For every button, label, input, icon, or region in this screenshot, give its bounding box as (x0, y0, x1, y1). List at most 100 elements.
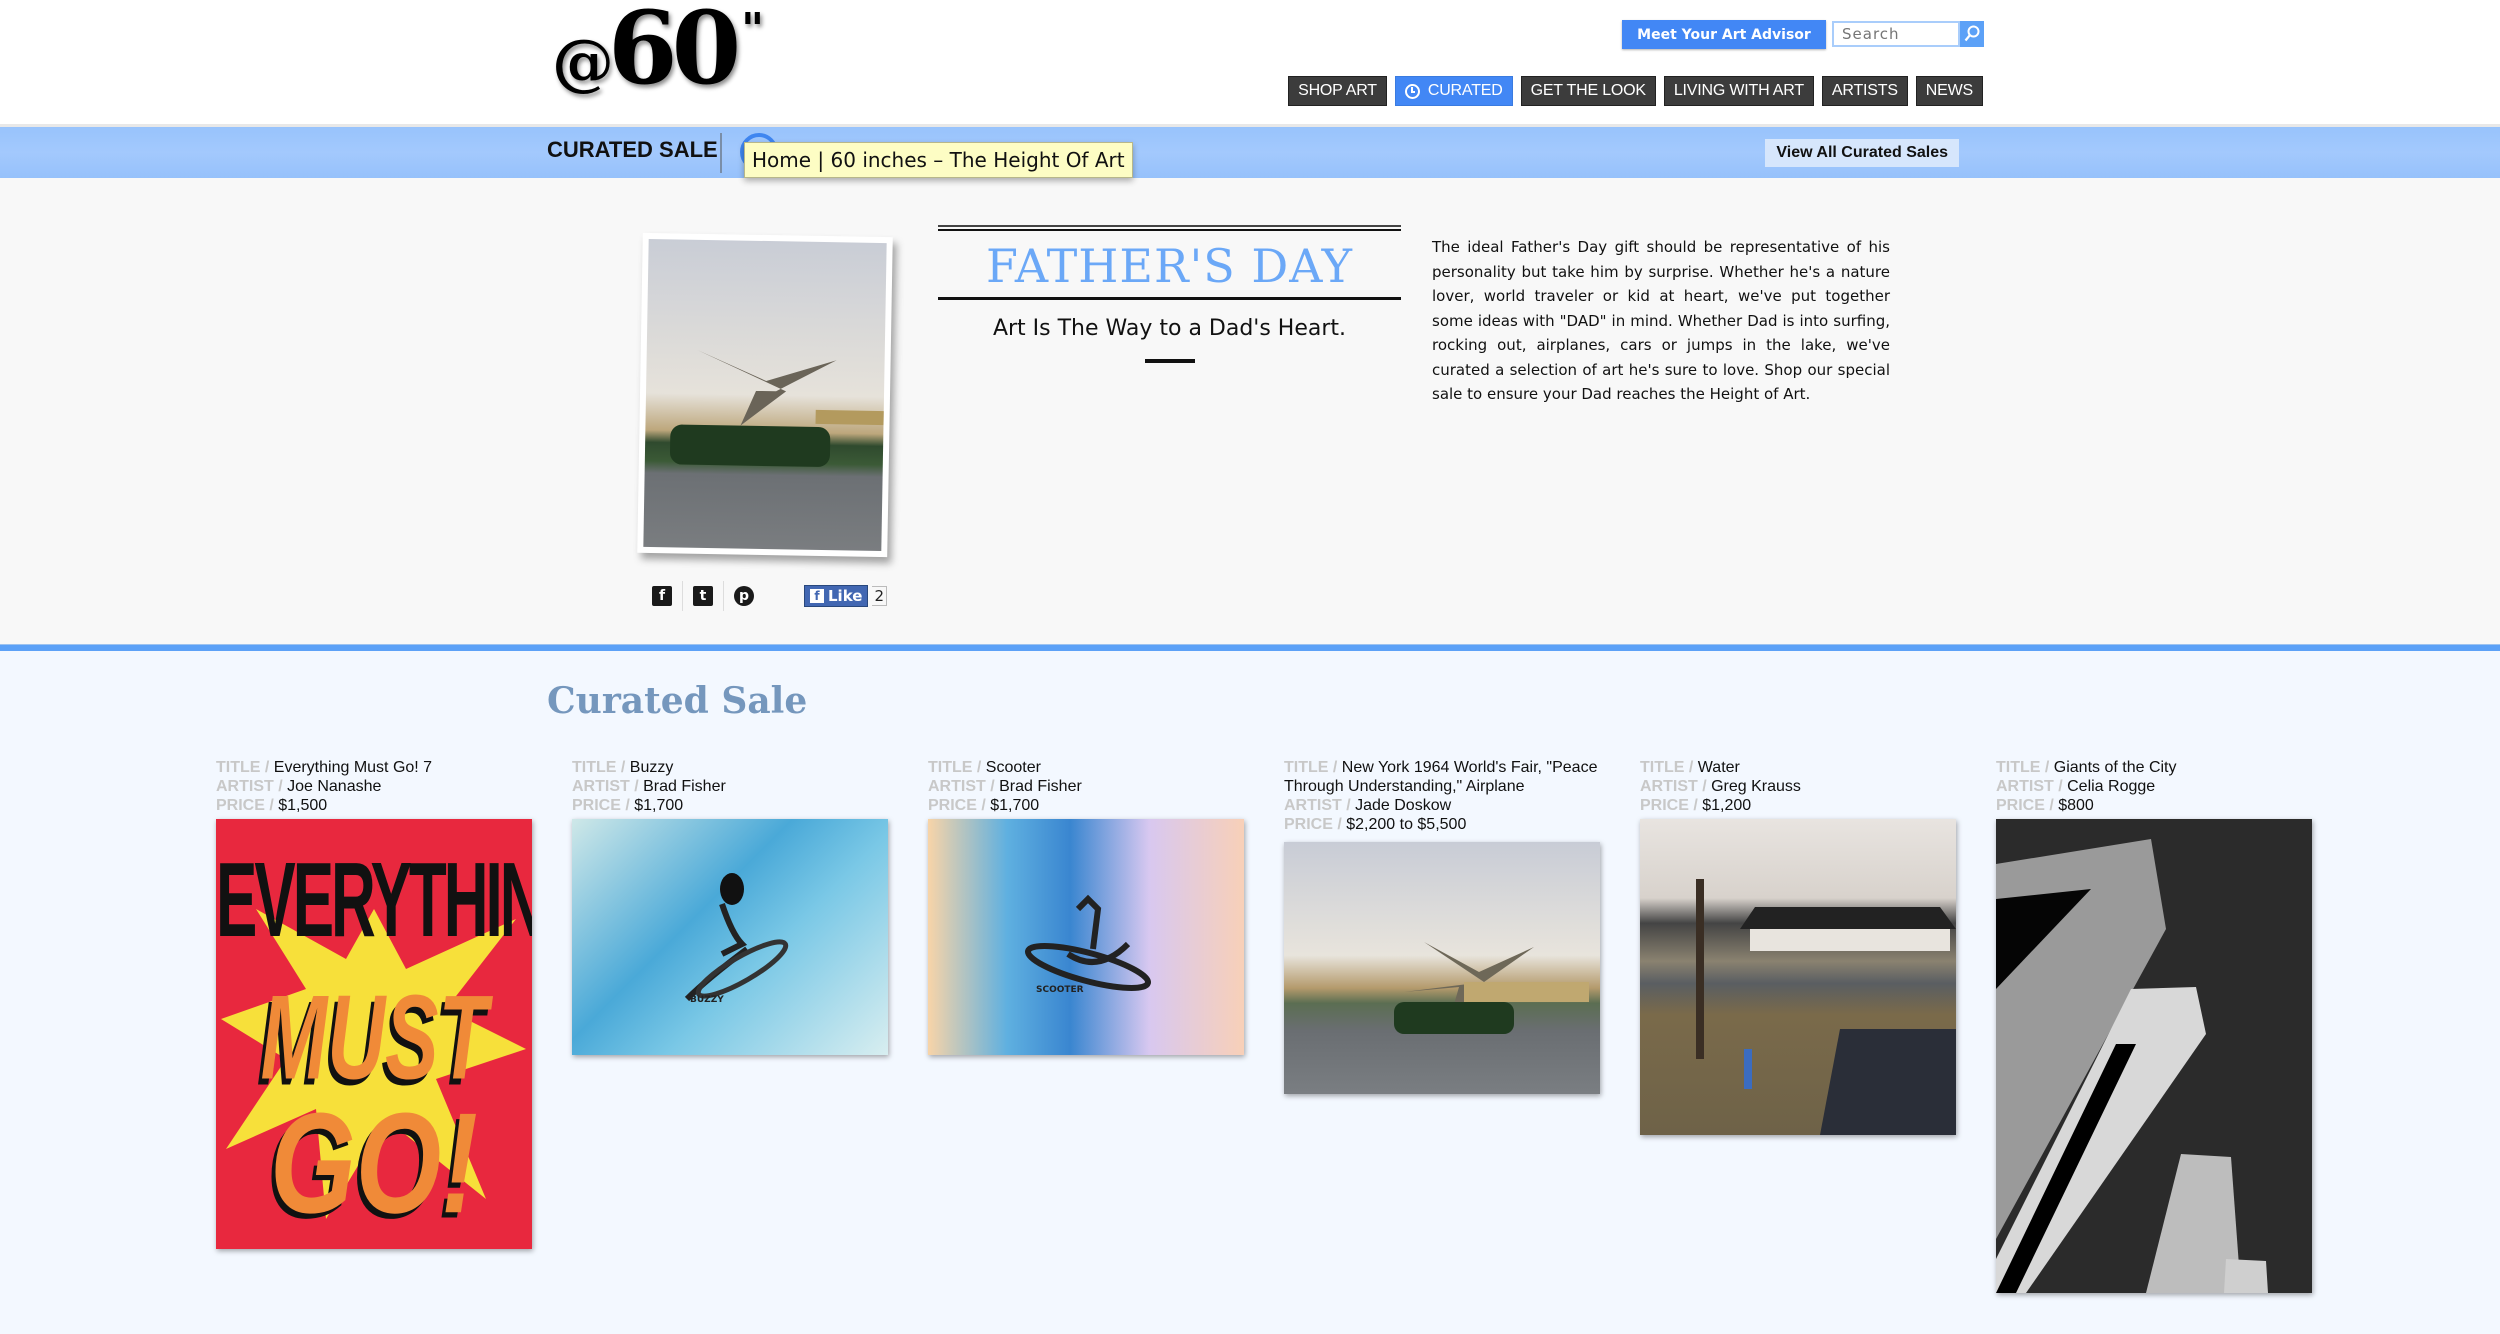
title-label: TITLE / (1640, 759, 1698, 776)
price-label: PRICE / (1996, 797, 2059, 814)
artwork-card[interactable]: TITLE / Scooter ARTIST / Brad Fisher PRI… (928, 758, 1244, 1055)
artwork-meta: TITLE / Everything Must Go! 7 ARTIST / J… (216, 758, 532, 815)
nav-get-the-look[interactable]: GET THE LOOK (1520, 76, 1656, 106)
artwork-price: $1,700 (990, 797, 1040, 814)
facebook-share-icon[interactable]: f (652, 586, 672, 606)
price-label: PRICE / (1284, 816, 1347, 833)
artwork-price: $1,500 (278, 797, 328, 814)
artist-label: ARTIST / (572, 778, 644, 795)
art-text-line3: GO! (270, 1083, 478, 1244)
nav-label: NEWS (1925, 82, 1973, 99)
feature-description: The ideal Father's Day gift should be re… (1432, 238, 1890, 403)
artwork-card[interactable]: TITLE / Water ARTIST / Greg Krauss PRICE… (1640, 758, 1956, 1135)
price-label: PRICE / (572, 797, 635, 814)
site-logo[interactable]: @ 60 " (552, 0, 765, 107)
price-label: PRICE / (216, 797, 279, 814)
clock-icon (1404, 83, 1420, 99)
twitter-share-icon[interactable]: t (693, 586, 713, 606)
artwork-price: $800 (2058, 797, 2094, 814)
artwork-title[interactable]: Water (1698, 759, 1740, 776)
artwork-price: $1,200 (1702, 797, 1752, 814)
search-input[interactable] (1832, 21, 1960, 47)
view-all-curated-sales-button[interactable]: View All Curated Sales (1765, 139, 1959, 167)
title-label: TITLE / (572, 759, 630, 776)
airplane-sculpture-drawing (669, 349, 886, 467)
artwork-title[interactable]: Buzzy (630, 759, 674, 776)
artist-label: ARTIST / (1284, 797, 1356, 814)
artwork-meta: TITLE / Buzzy ARTIST / Brad Fisher PRICE… (572, 758, 888, 815)
title-label: TITLE / (928, 759, 986, 776)
feature-photo[interactable] (637, 232, 893, 558)
nav-label: LIVING WITH ART (1673, 82, 1804, 99)
artwork-artist[interactable]: Brad Fisher (999, 778, 1082, 795)
logo-number: 60 (608, 0, 741, 107)
skyscrapers-drawing (1996, 819, 2312, 1293)
artwork-artist[interactable]: Jade Doskow (1355, 797, 1451, 814)
magnifier-icon (1964, 25, 1980, 42)
nav-artists[interactable]: ARTISTS (1821, 76, 1908, 106)
artwork-meta: TITLE / Water ARTIST / Greg Krauss PRICE… (1640, 758, 1956, 815)
artwork-artist[interactable]: Greg Krauss (1711, 778, 1801, 795)
meet-art-advisor-button[interactable]: Meet Your Art Advisor (1622, 20, 1826, 49)
nav-label: SHOP ART (1298, 82, 1377, 99)
logo-inch-mark: " (741, 4, 765, 55)
divider (723, 581, 724, 611)
like-count: 2 (872, 586, 887, 606)
nav-news[interactable]: NEWS (1915, 76, 1983, 106)
surfer-dog-drawing (684, 873, 789, 1002)
search-box (1832, 21, 1984, 47)
artwork-card[interactable]: TITLE / Everything Must Go! 7 ARTIST / J… (216, 758, 532, 1249)
artwork-card[interactable]: TITLE / Giants of the City ARTIST / Celi… (1996, 758, 2312, 1293)
artwork-price: $1,700 (634, 797, 684, 814)
artwork-card[interactable]: TITLE / Buzzy ARTIST / Brad Fisher PRICE… (572, 758, 888, 1055)
artwork-title[interactable]: Giants of the City (2054, 759, 2177, 776)
search-button[interactable] (1960, 21, 1984, 47)
artwork-title[interactable]: Everything Must Go! 7 (274, 759, 432, 776)
feature-section: f t p f Like 2 FATHER'S DAY Art Is The W… (0, 178, 2500, 644)
curated-sale-bar: CURATED SALE View All Curated Sales (0, 124, 2500, 178)
artwork-meta: TITLE / New York 1964 World's Fair, "Pea… (1284, 758, 1600, 834)
artwork-image[interactable] (1996, 819, 2312, 1293)
artist-label: ARTIST / (1996, 778, 2068, 795)
feature-title-block: FATHER'S DAY Art Is The Way to a Dad's H… (938, 225, 1401, 363)
art-signature: BUZZY (690, 995, 724, 1005)
like-label: Like (828, 587, 863, 605)
artwork-image[interactable] (1640, 819, 1956, 1135)
logo-at: @ (552, 25, 614, 98)
artwork-image[interactable] (1284, 842, 1600, 1094)
artwork-image[interactable]: SCOOTER (928, 819, 1244, 1055)
artwork-card[interactable]: TITLE / New York 1964 World's Fair, "Pea… (1284, 758, 1600, 1094)
art-text-line1: EVERYTHING (216, 842, 532, 960)
divider (1144, 359, 1195, 363)
curated-sale-label: CURATED SALE (547, 137, 718, 162)
artwork-meta: TITLE / Giants of the City ARTIST / Celi… (1996, 758, 2312, 815)
artist-label: ARTIST / (1640, 778, 1712, 795)
house-lawn-drawing (1696, 879, 1956, 1135)
artwork-meta: TITLE / Scooter ARTIST / Brad Fisher PRI… (928, 758, 1244, 815)
pinterest-share-icon[interactable]: p (734, 586, 754, 606)
nav-living-with-art[interactable]: LIVING WITH ART (1663, 76, 1814, 106)
artwork-price: $2,200 to $5,500 (1346, 816, 1467, 833)
section-title: Curated Sale (547, 680, 808, 722)
facebook-icon: f (810, 589, 824, 603)
price-label: PRICE / (928, 797, 991, 814)
artwork-artist[interactable]: Brad Fisher (643, 778, 726, 795)
artwork-artist[interactable]: Celia Rogge (2067, 778, 2155, 795)
nav-shop-art[interactable]: SHOP ART (1288, 76, 1387, 106)
feature-title: FATHER'S DAY (985, 239, 1354, 293)
art-signature: SCOOTER (1036, 985, 1084, 995)
nav-label: GET THE LOOK (1530, 82, 1646, 99)
artwork-title[interactable]: Scooter (986, 759, 1041, 776)
artwork-image[interactable]: EVERYTHING MUST GO! (216, 819, 532, 1249)
title-label: TITLE / (1284, 759, 1342, 776)
title-label: TITLE / (216, 759, 274, 776)
nav-curated[interactable]: CURATED (1394, 76, 1513, 106)
airplane-sculpture-image (643, 238, 887, 552)
surfer-dog-drawing (1025, 894, 1151, 991)
facebook-like-button[interactable]: f Like (804, 585, 869, 607)
artwork-image[interactable]: BUZZY (572, 819, 888, 1055)
artist-label: ARTIST / (216, 778, 288, 795)
share-row: f t p f Like 2 (648, 581, 887, 611)
artwork-artist[interactable]: Joe Nanashe (287, 778, 381, 795)
nav-label: CURATED (1427, 82, 1503, 99)
